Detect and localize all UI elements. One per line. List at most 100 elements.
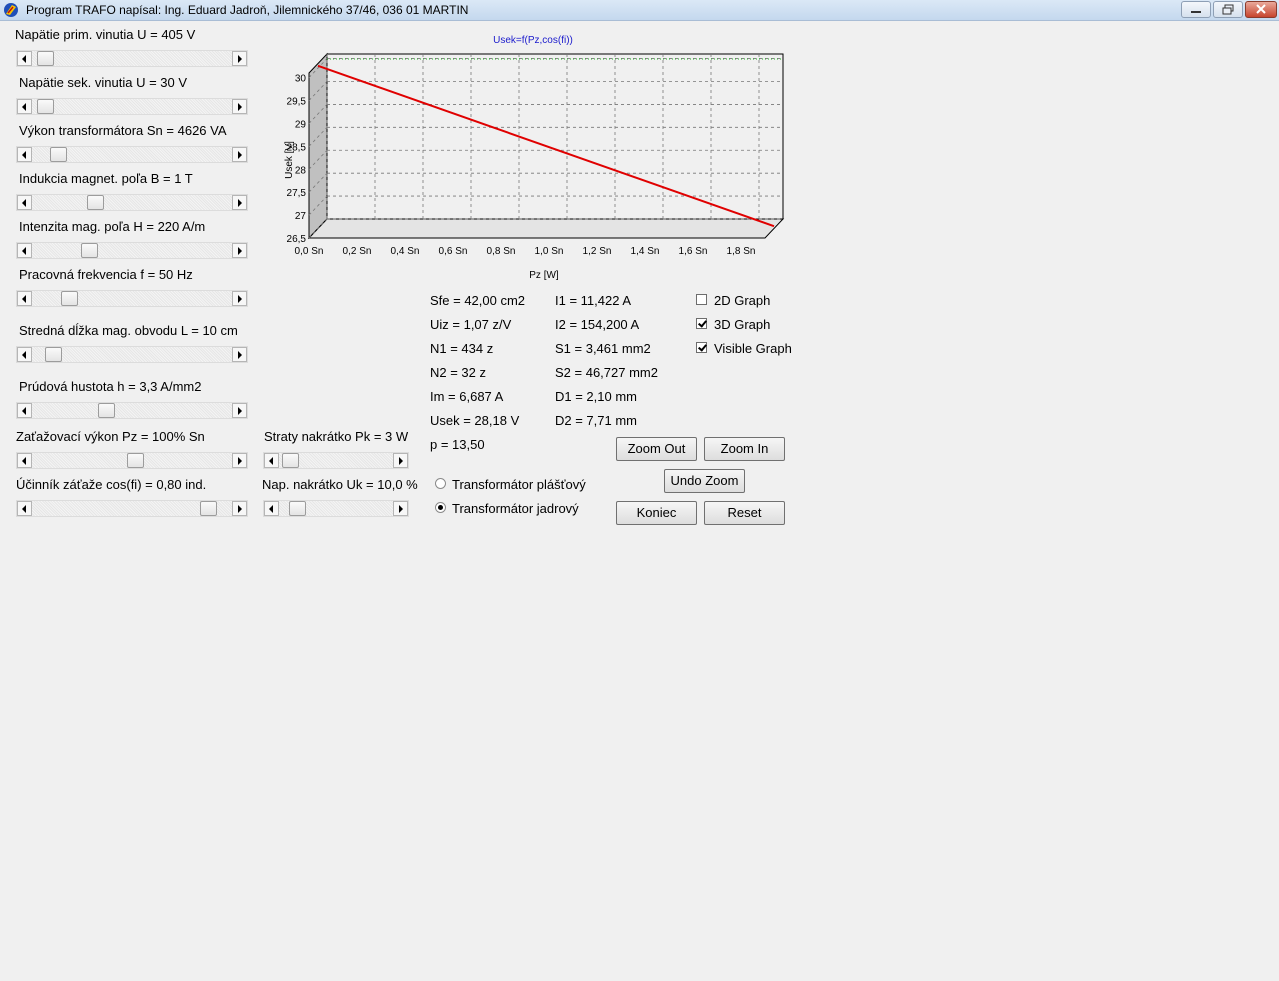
chart-ytick-label: 27	[295, 211, 307, 222]
scroll-right-arrow-icon[interactable]	[232, 347, 247, 362]
scroll-right-arrow-icon[interactable]	[232, 147, 247, 162]
zoom-in-button[interactable]: Zoom In	[704, 437, 785, 461]
scroll-left-arrow-icon[interactable]	[17, 403, 32, 418]
maximize-icon	[1222, 4, 1234, 15]
scroll-right-arrow-icon[interactable]	[232, 291, 247, 306]
param-scrollbar[interactable]	[263, 500, 409, 517]
close-icon	[1256, 4, 1266, 14]
scroll-thumb[interactable]	[200, 501, 218, 516]
chart-xtick-label: 0,0 Sn	[295, 246, 324, 257]
scroll-right-arrow-icon[interactable]	[232, 453, 247, 468]
scroll-right-arrow-icon[interactable]	[232, 51, 247, 66]
close-button[interactable]	[1245, 1, 1277, 18]
scroll-thumb[interactable]	[97, 403, 115, 418]
param-label: Straty nakrátko Pk = 3 W	[264, 429, 409, 444]
param-scrollbar[interactable]	[16, 290, 248, 307]
param-label: Výkon transformátora Sn = 4626 VA	[19, 123, 227, 138]
scroll-left-arrow-icon[interactable]	[17, 347, 32, 362]
result-p: p = 13,50	[430, 437, 485, 452]
scroll-right-arrow-icon[interactable]	[232, 195, 247, 210]
chart-xlabel: Pz [W]	[529, 270, 559, 281]
param-scrollbar[interactable]	[16, 242, 248, 259]
graph-3d-label[interactable]: 3D Graph	[714, 317, 770, 332]
scroll-left-arrow-icon[interactable]	[17, 291, 32, 306]
scroll-thumb[interactable]	[37, 99, 55, 114]
param-scrollbar[interactable]	[16, 98, 248, 115]
chart-title: Usek=f(Pz,cos(fi))	[493, 35, 573, 46]
scroll-thumb[interactable]	[81, 243, 99, 258]
usek-chart: 26,52727,52828,52929,5300,0 Sn 0,2 Sn 0,4 …	[284, 35, 785, 281]
param-label: Napätie prim. vinutia U = 405 V	[15, 27, 196, 42]
scroll-left-arrow-icon[interactable]	[17, 243, 32, 258]
param-label: Nap. nakrátko Uk = 10,0 %	[262, 477, 418, 492]
graph-3d-checkbox[interactable]	[696, 318, 707, 329]
chart-ytick-label: 29	[295, 119, 307, 130]
param-scrollbar[interactable]	[16, 146, 248, 163]
scroll-thumb[interactable]	[37, 51, 55, 66]
chart-xtick-label: 1,6 Sn	[679, 246, 708, 257]
chart-xtick-label: 0,8 Sn	[487, 246, 516, 257]
param-label: Zaťažovací výkon Pz = 100% Sn	[16, 429, 205, 444]
visible-graph-checkbox[interactable]	[696, 342, 707, 353]
koniec-button[interactable]: Koniec	[616, 501, 697, 525]
param-scrollbar[interactable]	[16, 50, 248, 67]
transformer-plastovy-radio[interactable]	[435, 478, 446, 489]
graph-2d-label[interactable]: 2D Graph	[714, 293, 770, 308]
scroll-left-arrow-icon[interactable]	[17, 99, 32, 114]
chart-xtick-label: 0,4 Sn	[391, 246, 420, 257]
zoom-out-button[interactable]: Zoom Out	[616, 437, 697, 461]
param-label: Účinník záťaže cos(fi) = 0,80 ind.	[16, 477, 207, 492]
maximize-button[interactable]	[1213, 1, 1243, 18]
chart-xtick-label: 1,4 Sn	[631, 246, 660, 257]
scroll-right-arrow-icon[interactable]	[232, 403, 247, 418]
scroll-left-arrow-icon[interactable]	[17, 147, 32, 162]
graph-2d-checkbox[interactable]	[696, 294, 707, 305]
minimize-button[interactable]	[1181, 1, 1211, 18]
undo-zoom-button[interactable]: Undo Zoom	[664, 469, 745, 493]
transformer-jadrovy-label[interactable]: Transformátor jadrový	[452, 501, 579, 516]
scroll-thumb[interactable]	[50, 147, 68, 162]
scroll-thumb[interactable]	[86, 195, 104, 210]
scroll-left-arrow-icon[interactable]	[264, 453, 279, 468]
transformer-jadrovy-radio[interactable]	[435, 502, 446, 513]
param-scrollbar[interactable]	[263, 452, 409, 469]
scroll-thumb[interactable]	[281, 453, 299, 468]
param-label: Napätie sek. vinutia U = 30 V	[19, 75, 188, 90]
chart-xtick-label: 1,0 Sn	[535, 246, 564, 257]
scroll-right-arrow-icon[interactable]	[393, 453, 408, 468]
scroll-left-arrow-icon[interactable]	[17, 195, 32, 210]
transformer-plastovy-label[interactable]: Transformátor plášťový	[452, 477, 586, 492]
window-title: Program TRAFO napísal: Ing. Eduard Jadro…	[26, 3, 469, 17]
scroll-left-arrow-icon[interactable]	[17, 501, 32, 516]
chart-floor	[307, 218, 785, 239]
result-n1: N1 = 434 z	[430, 341, 494, 356]
param-label: Indukcia magnet. poľa B = 1 T	[19, 171, 193, 186]
chart-ytick-label: 28	[295, 165, 307, 176]
scroll-thumb[interactable]	[44, 347, 62, 362]
scroll-right-arrow-icon[interactable]	[232, 243, 247, 258]
param-scrollbar[interactable]	[16, 346, 248, 363]
param-scrollbar[interactable]	[16, 402, 248, 419]
scroll-right-arrow-icon[interactable]	[393, 501, 408, 516]
scroll-right-arrow-icon[interactable]	[232, 501, 247, 516]
scroll-right-arrow-icon[interactable]	[232, 99, 247, 114]
scroll-left-arrow-icon[interactable]	[17, 453, 32, 468]
param-scrollbar[interactable]	[16, 500, 248, 517]
chart-ylabel: Usek [V]	[284, 141, 295, 179]
reset-button[interactable]: Reset	[704, 501, 785, 525]
scroll-thumb[interactable]	[61, 291, 79, 306]
chart-back-wall	[326, 53, 784, 220]
param-label: Pracovná frekvencia f = 50 Hz	[19, 267, 193, 282]
scroll-left-arrow-icon[interactable]	[17, 51, 32, 66]
param-scrollbar[interactable]	[16, 194, 248, 211]
title-bar: Program TRAFO napísal: Ing. Eduard Jadro…	[0, 0, 1279, 21]
result-i2: I2 = 154,200 A	[555, 317, 640, 332]
result-sfe: Sfe = 42,00 cm2	[430, 293, 526, 308]
visible-graph-label[interactable]: Visible Graph	[714, 341, 792, 356]
app-icon	[4, 3, 18, 17]
param-label: Stredná dĺžka mag. obvodu L = 10 cm	[19, 323, 238, 338]
scroll-left-arrow-icon[interactable]	[264, 501, 279, 516]
scroll-thumb[interactable]	[288, 501, 306, 516]
scroll-thumb[interactable]	[127, 453, 145, 468]
param-scrollbar[interactable]	[16, 452, 248, 469]
